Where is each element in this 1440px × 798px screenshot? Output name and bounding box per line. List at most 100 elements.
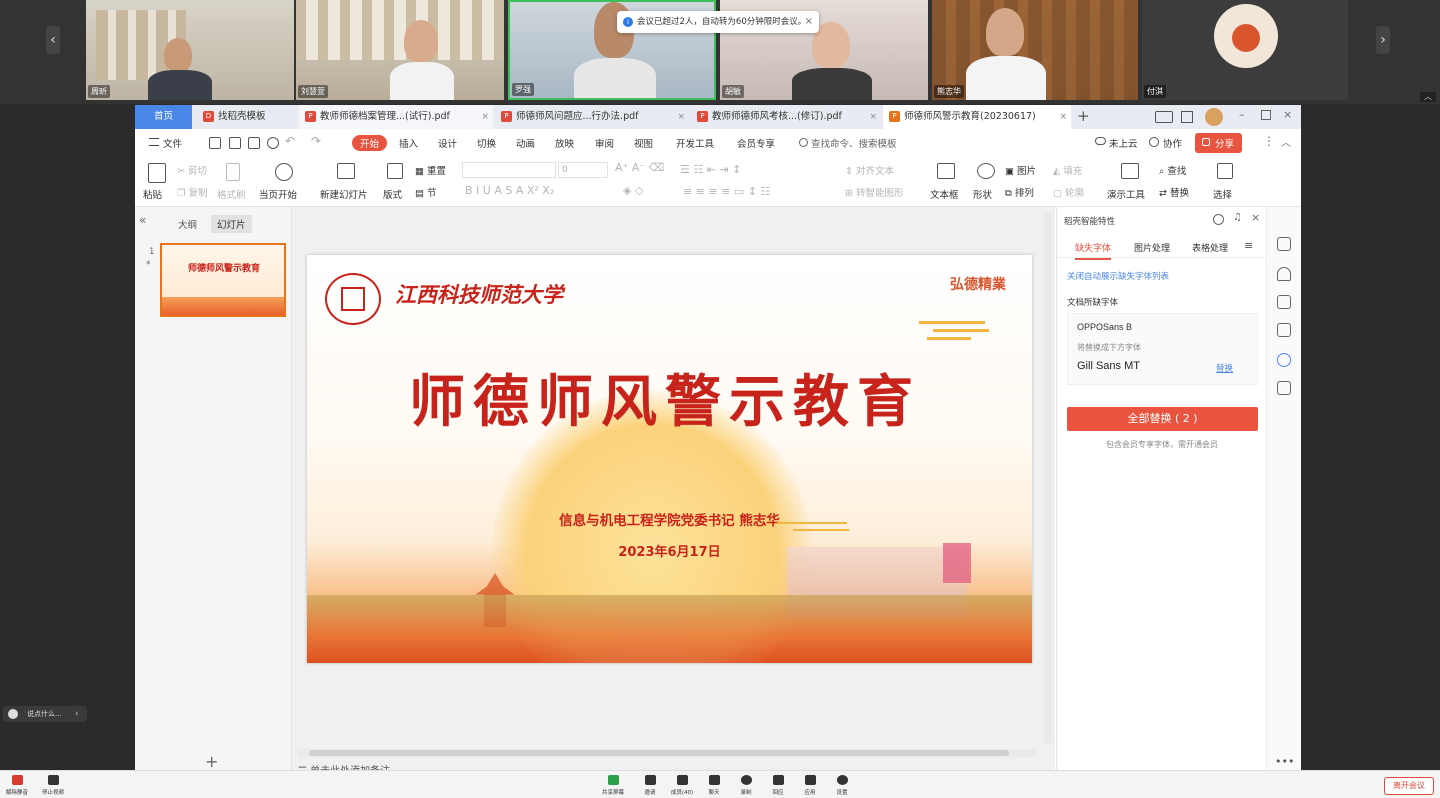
close-icon[interactable]: ×	[1059, 105, 1067, 129]
close-icon[interactable]: ×	[481, 105, 489, 129]
find-button[interactable]: ⌕ 查找	[1159, 163, 1186, 177]
more-dots-icon[interactable]: •••	[1275, 755, 1294, 768]
comment-icon[interactable]	[1277, 295, 1291, 309]
new-slide-icon[interactable]	[337, 163, 355, 179]
tab-pdf-2[interactable]: P 师德师风问题应...行办法.pdf ×	[495, 105, 689, 129]
collapse-strip-icon[interactable]: ︿	[1420, 92, 1436, 102]
record-button[interactable]: 录制	[731, 775, 761, 796]
close-icon[interactable]: ×	[805, 11, 813, 33]
collapse-ribbon-icon[interactable]: ︿	[1281, 134, 1291, 149]
apps-button[interactable]: 应用	[795, 775, 825, 796]
start-from-current-button[interactable]: 当页开始	[259, 187, 297, 201]
cut-button[interactable]: ✂ 剪切	[177, 163, 207, 177]
fill-button[interactable]: ◭ 填充	[1053, 163, 1082, 177]
save-icon[interactable]	[209, 137, 221, 149]
textbox-button[interactable]: 文本框	[930, 187, 959, 201]
tab-table-processing[interactable]: 表格处理	[1192, 241, 1228, 254]
menu-start[interactable]: 开始	[352, 135, 388, 151]
select-icon[interactable]	[1217, 163, 1233, 179]
play-icon[interactable]	[275, 163, 293, 181]
unmute-button[interactable]: 解除静音	[2, 775, 32, 796]
add-slide-icon[interactable]: +	[205, 752, 218, 771]
menu-member[interactable]: 会员专享	[737, 136, 775, 150]
grid-icon[interactable]	[1181, 111, 1193, 123]
close-icon[interactable]: ×	[677, 105, 685, 129]
list-controls[interactable]: ☰ ☷ ⇤ ⇥ ↕	[680, 163, 741, 176]
new-tab-icon[interactable]: +	[1077, 107, 1090, 125]
new-slide-button[interactable]: 新建幻灯片	[320, 187, 368, 201]
prev-page-button[interactable]: ‹	[46, 26, 60, 54]
settings-button[interactable]: 设置	[827, 775, 857, 796]
presenter-tools-icon[interactable]	[1121, 163, 1139, 179]
members-button[interactable]: 成员(40)	[667, 775, 697, 796]
panel-title[interactable]: 稻壳智能特性	[1064, 215, 1115, 227]
user-avatar[interactable]	[1205, 108, 1223, 126]
format-brush-icon[interactable]	[226, 163, 240, 181]
arrange-button[interactable]: ⧉ 排列	[1005, 185, 1034, 199]
close-auto-list-link[interactable]: 关闭自动展示缺失字体列表	[1067, 270, 1169, 282]
settings-icon[interactable]	[1213, 214, 1224, 225]
print-icon[interactable]	[248, 137, 260, 149]
workspace-icon[interactable]	[1155, 111, 1173, 123]
paste-icon[interactable]	[148, 163, 166, 183]
close-icon[interactable]: ×	[869, 105, 877, 129]
menu-insert[interactable]: 插入	[399, 136, 418, 150]
replace-link[interactable]: 替换	[1216, 362, 1233, 374]
menu-view[interactable]: 视图	[634, 136, 653, 150]
menu-design[interactable]: 设计	[438, 136, 457, 150]
tab-slides[interactable]: 幻灯片	[211, 215, 252, 233]
paragraph-align-controls[interactable]: ≡ ≡ ≡ ≡ ▭ ↕ ☷	[683, 185, 770, 198]
location-icon[interactable]	[1277, 353, 1291, 367]
pin-icon[interactable]	[1277, 267, 1291, 281]
section-button[interactable]: ▤ 节	[415, 185, 437, 199]
horizontal-scrollbar[interactable]	[297, 749, 1037, 757]
video-tile[interactable]: 刘慧萱	[296, 0, 504, 100]
tab-image-processing[interactable]: 图片处理	[1134, 241, 1170, 254]
tab-presentation[interactable]: P 师德师风警示教育(20230617) ×	[883, 105, 1071, 129]
menu-switch[interactable]: 切换	[477, 136, 496, 150]
reset-button[interactable]: ▦ 重置	[415, 163, 446, 177]
picture-button[interactable]: ▣ 图片	[1005, 163, 1036, 177]
to-smartart-button[interactable]: ⊞ 转智能图形	[845, 185, 904, 199]
paste-button[interactable]: 粘贴	[143, 187, 162, 201]
font-name-input[interactable]	[462, 162, 556, 178]
select-button[interactable]: 选择	[1213, 187, 1232, 201]
tab-outline[interactable]: 大纲	[178, 217, 197, 231]
export-icon[interactable]	[229, 137, 241, 149]
video-tile[interactable]: 付淇	[1142, 0, 1348, 100]
command-search[interactable]: 查找命令、搜索模板	[811, 136, 897, 150]
tab-template[interactable]: D 找稻壳模板	[197, 105, 297, 129]
textbox-icon[interactable]	[937, 163, 955, 179]
react-button[interactable]: 回应	[763, 775, 793, 796]
share-screen-button[interactable]: 共享屏幕	[598, 775, 628, 796]
chat-input-pill[interactable]: 说点什么... ‹	[3, 706, 87, 722]
menu-icon[interactable]: ≡	[1244, 239, 1253, 252]
restore-icon[interactable]	[1261, 110, 1271, 120]
font-size-controls[interactable]: A⁺ A⁻ ⌫	[615, 161, 664, 174]
leave-meeting-button[interactable]: 离开会议	[1384, 777, 1434, 795]
copy-button[interactable]: ❐ 复制	[177, 185, 208, 199]
video-tile[interactable]: 熊志华	[932, 0, 1138, 100]
layout-button[interactable]: 版式	[383, 187, 402, 201]
collapse-panel-icon[interactable]: «	[139, 213, 146, 227]
tab-home[interactable]: 首页	[135, 105, 192, 129]
layout-icon[interactable]	[387, 163, 403, 179]
collab-button[interactable]: 协作	[1149, 136, 1182, 150]
minimize-icon[interactable]: –	[1239, 108, 1245, 121]
font-size-input[interactable]: 0	[558, 162, 608, 178]
chevron-left-icon[interactable]: ‹	[75, 706, 79, 722]
outline-button[interactable]: ▢ 轮廓	[1053, 185, 1084, 199]
bell-icon[interactable]: ♫	[1233, 212, 1242, 223]
slide[interactable]: 江西科技师范大学 弘德精業 师德师风警示教育 信息与机电工程学院党委书记 熊志华…	[307, 255, 1032, 663]
replace-all-button[interactable]: 全部替换 ( 2 )	[1067, 407, 1258, 431]
redo-icon[interactable]: ↷	[311, 134, 321, 148]
tab-pdf-1[interactable]: P 教师师德档案管理...(试行).pdf ×	[299, 105, 493, 129]
highlight-controls[interactable]: ◈ ◇	[623, 184, 643, 197]
preview-icon[interactable]	[267, 137, 279, 149]
format-brush-button[interactable]: 格式刷	[217, 187, 246, 201]
align-text-button[interactable]: ⇕ 对齐文本	[845, 163, 894, 177]
slide-thumbnail[interactable]: 师德师风警示教育	[160, 243, 286, 317]
invite-button[interactable]: 邀请	[635, 775, 665, 796]
menu-slideshow[interactable]: 放映	[555, 136, 574, 150]
menu-dev-tools[interactable]: 开发工具	[676, 136, 714, 150]
